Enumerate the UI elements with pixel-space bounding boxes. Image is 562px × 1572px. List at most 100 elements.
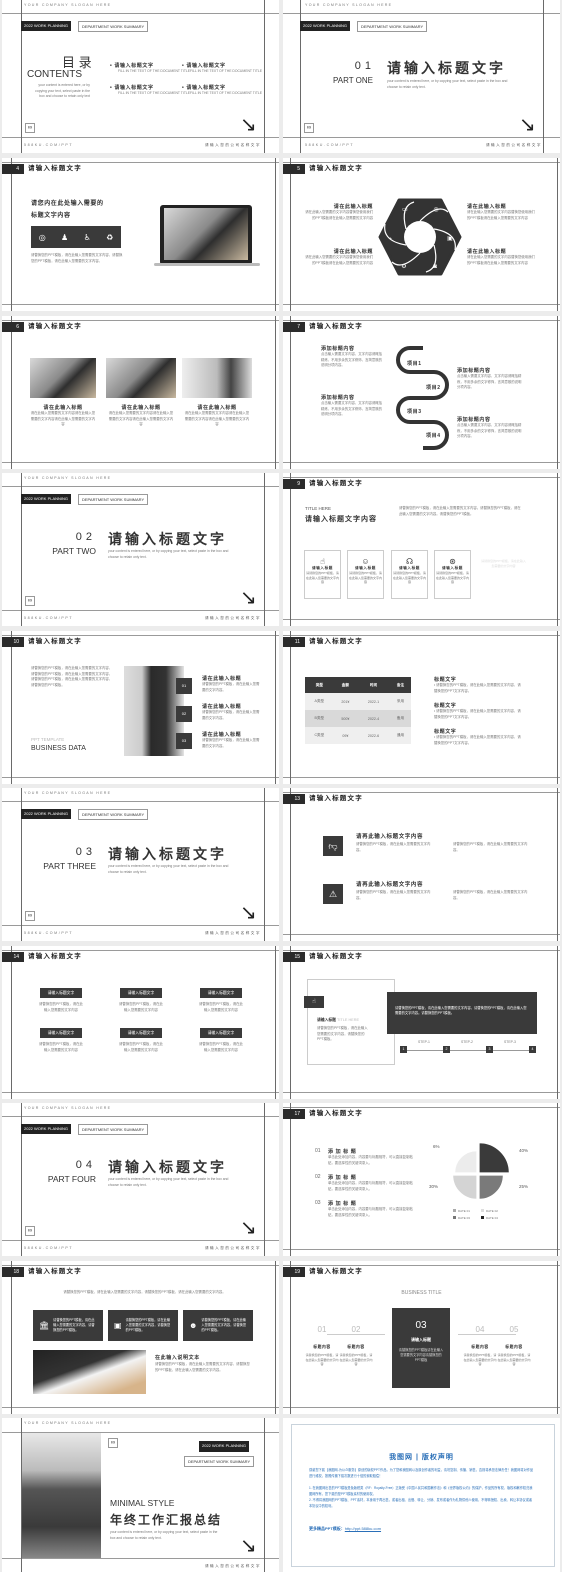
slide-5[interactable]: 5 请输入标题文字 请在此输入标题 请在此输入您需要的文字内容替换您使用我们的PP… [283,158,560,311]
info-box: ☻ 请替换您的PPT模板，请在此输入您需要的文字内容，请替换您的PPT模板。 [183,1310,253,1341]
tag-work-planning: 2022 WORK PLANNING [300,21,351,31]
section-part: PART ONE [332,76,373,85]
slide-title: 请输入标题文字 [309,638,363,645]
tag-department-summary: DEPARTMENT WORK SUMMARY [184,1456,255,1467]
contents-item[interactable]: • 请输入标题文字 FILL IN THE TEXT OF THE DOCUMEN… [182,62,262,75]
warning-icon: ⚠ [323,884,343,904]
slide-section-3[interactable]: YOUR COMPANY SLOGAN HERE 2022 WORK PLANN… [2,788,279,941]
slide-number: 10 [2,637,24,647]
label-button[interactable]: 请输入标题文字 [200,1028,242,1038]
slide-7[interactable]: 7 请输入标题文字 项目1 项目2 项目3 项目4 添加标题内容 点击输入需要文字… [283,316,560,469]
slide-4[interactable]: 4 请输入标题文字 请您内在此处输入需要的 标题文字内容 ◎ ♟ ♿ ♻ 请替换您的P… [2,158,279,311]
copyright-link[interactable]: http://ppt.588ku.com [345,1526,381,1531]
laptop-photo [164,208,248,260]
feature-item: 请在此输入标题 请在此输入您需要的文字内容替换您使用我们的PPT模板请在此输入您需… [305,249,373,265]
link-icon: ∞ [108,1438,118,1448]
pie-chart: 40% 25% 30% 6% DATE 01 DATE 02 DATE 03 DATE 04 [429,1142,528,1220]
slide-section-1[interactable]: YOUR COMPANY SLOGAN HERE 2022 WORK PLANN… [283,0,560,153]
feature-card[interactable]: ☊ 请输入标题 请替换您的PPT模板，请在此输入您需要的文字内容 [391,550,428,599]
legend-label: DATE 03 [458,1216,470,1220]
link-icon: ∞ [25,1226,35,1236]
step-title: 标题内容 [313,1345,331,1349]
photo [182,358,252,398]
slide-14[interactable]: 14 请输入标题文字 请输入标题文字 请替换您的PPT模板，请在此输入您需要的文字… [2,946,279,1099]
chat-user-icon: ☺ [361,557,370,566]
step-text: 添加标题内容 点击输入需要文字内容，文字内容请概括精炼，不用多余的文字修饰，言简意… [321,346,383,367]
laptop-base [154,263,260,266]
photo [33,1350,146,1394]
cover-title: 年终工作汇报总结 [110,1513,223,1527]
contents-item[interactable]: • 请输入标题文字 FILL IN THE TEXT OF THE DOCUMEN… [110,84,190,97]
slide-17[interactable]: 17 请输入标题文字 01 添 加 标 题单击此处添加内容，内容要与标题相符，可以… [283,1103,560,1256]
photo-caption: 请在此输入标题 请在此输入您需要的文字内容请在此输入您需要的文字内容请在此输入您需… [184,405,250,426]
contents-item[interactable]: • 请输入标题文字 FILL IN THE TEXT OF THE DOCUMEN… [110,62,190,75]
kicker: PPT TEMPLATE [31,737,65,742]
slide-contents[interactable]: YOUR COMPANY SLOGAN HERE 2022 WORK PLANN… [2,0,279,153]
copyright-p3: 2. 不得将我图网的PPT模板、PPT素材，本身用于再出售，或者出租、出借、转让… [309,1498,533,1508]
footer-company: 请输入您的公司名称文字 [485,143,542,147]
slide-title: 请输入标题文字 [309,165,363,172]
highlight-box: 请替换您的PPT模板，请在此输入您需要的文字内容。请替换您的PPT模板，请在此输… [387,992,537,1034]
feature-card[interactable]: ⊛ 请输入标题 请替换您的PPT模板，请在此输入您需要的文字内容 [434,550,471,599]
slide-number: 7 [283,322,305,332]
slogan: YOUR COMPANY SLOGAN HERE [24,791,112,795]
section-title: 请输入标题文字 [108,531,227,547]
label-button[interactable]: 请输入标题文字 [40,988,82,998]
pie-slice [454,1150,478,1174]
number-box: 03 [176,733,192,749]
feature-card[interactable]: ☝ 请输入标题 请替换您的PPT模板，请在此输入您需要的文字内容 [304,550,341,599]
slide-9[interactable]: 9 请输入标题文字 TITLE HERE 请输入标题文字内容 请替换您的PPT模… [283,473,560,626]
label-button[interactable]: 请输入标题文字 [40,1028,82,1038]
slide-cover[interactable]: YOUR COMPANY SLOGAN HERE ∞ 2022 WORK PLA… [2,1418,279,1572]
slide-copyright[interactable]: 我图网 | 版权声明 感谢您下载【我图网-为公众服务】原创的版权PPT作品，为了… [283,1418,560,1572]
bank-icon: 🏛︎ [39,1321,50,1330]
contents-item[interactable]: • 请输入标题文字 FILL IN THE TEXT OF THE DOCUMEN… [182,84,262,97]
label-button[interactable]: 请输入标题文字 [120,988,162,998]
section-number: 03 [75,846,96,858]
info-box: ▣ 请替换您的PPT模板，请在此输入您需要的文字内容，请替换您的PPT模板。 [108,1310,178,1341]
step-body: 请替换您的PPT模板，请在此输入您需要的文字内容 [339,1353,373,1366]
legend-label: DATE 01 [458,1209,470,1213]
building-photo [22,1433,101,1558]
step-body: 请替换您的PPT模板，请在此输入您需要的文字内容 [305,1353,339,1366]
label-button[interactable]: 请输入标题文字 [120,1028,162,1038]
heading-line-1: 请您内在此处输入需要的 [31,201,104,207]
feature-card[interactable]: ☺ 请输入标题 请替换您的PPT模板，请在此输入您需要的文字内容 [347,550,384,599]
slide-13[interactable]: 13 请输入标题文字 👎︎ 请再此输入标题文字内容 请替换您的PPT模板，请在此… [283,788,560,941]
section-title: 请输入标题文字 [108,1159,227,1175]
step-marker: 3 [486,1046,493,1053]
slide-6[interactable]: 6 请输入标题文字 请在此输入标题 请在此输入您需要的文字内容请在此输入您需要的文… [2,316,279,469]
slide-number: 11 [283,637,305,647]
pointer-click-icon: ☝ [304,996,324,1008]
link-icon: ∞ [25,123,35,133]
legend-swatch [481,1216,484,1219]
section-part: PART THREE [43,861,96,871]
copyright-link-row: 更多精品PPT模板：http://ppt.588ku.com [309,1526,382,1531]
tag-work-planning: 2022 WORK PLANNING [199,1441,250,1452]
link-icon: ∞ [25,596,35,606]
footer-site: 588KU.COM/PPT [24,931,74,935]
slide-number: 14 [2,952,24,962]
slide-section-4[interactable]: YOUR COMPANY SLOGAN HERE 2022 WORK PLANN… [2,1103,279,1256]
list-item: 请在此输入标题 请替换您的PPT模板，请在此输入您需要的文字内容。 [202,704,260,720]
feature-card-highlighted[interactable]: ⚲ 请输入标题 请替换您的PPT模板，请在此输入您需要的文字内容 [477,535,530,598]
slogan: YOUR COMPANY SLOGAN HERE [305,3,393,7]
section-number: 01 [354,60,375,72]
legend-swatch [481,1209,484,1212]
step-marker: 4 [529,1046,536,1053]
feature-item: 请在此输入标题 请在此输入您需要的文字内容替换您使用我们的PPT模板请在此输入您需… [467,249,535,265]
slide-18[interactable]: 18 请输入标题文字 请替换您的PPT模板，请在此输入您需要的文字内容，请替换您… [2,1261,279,1414]
slide-15[interactable]: 15 请输入标题文字 ☝ 请输入标题 TITLE HERE 请替换您的PPT模板… [283,946,560,1099]
contents-title-en: CONTENTS [27,69,82,80]
section-desc: your content is entered here, or by copy… [108,1177,229,1187]
step-text: 添加标题内容 点击输入需要文字内容，文字内容请概括精炼，不用多余的文字修饰，言简意… [457,417,522,438]
slide-11[interactable]: 11 请输入标题文字 类型 金额 时间 备注 A类型 201¥ 2022-1 采用 B类型 5… [283,631,560,784]
label-button[interactable]: 请输入标题文字 [200,988,242,998]
slide-19[interactable]: 19 请输入标题文字 BUSINESS TITLE 03 请输入标题 请替换您的… [283,1261,560,1414]
pie-label: 25% [519,1184,528,1189]
slide-section-2[interactable]: YOUR COMPANY SLOGAN HERE 2022 WORK PLANN… [2,473,279,626]
slide-10[interactable]: 10 请输入标题文字 请替换您的PPT模板，请在此输入您需要的文字内容，请替换您… [2,631,279,784]
svg-text:▣: ▣ [447,236,453,242]
tag-department-summary: DEPARTMENT WORK SUMMARY [78,21,149,32]
step-text: 添加标题内容 点击输入需要文字内容，文字内容请概括精炼，不用多余的文字修饰，言简意… [457,368,522,389]
